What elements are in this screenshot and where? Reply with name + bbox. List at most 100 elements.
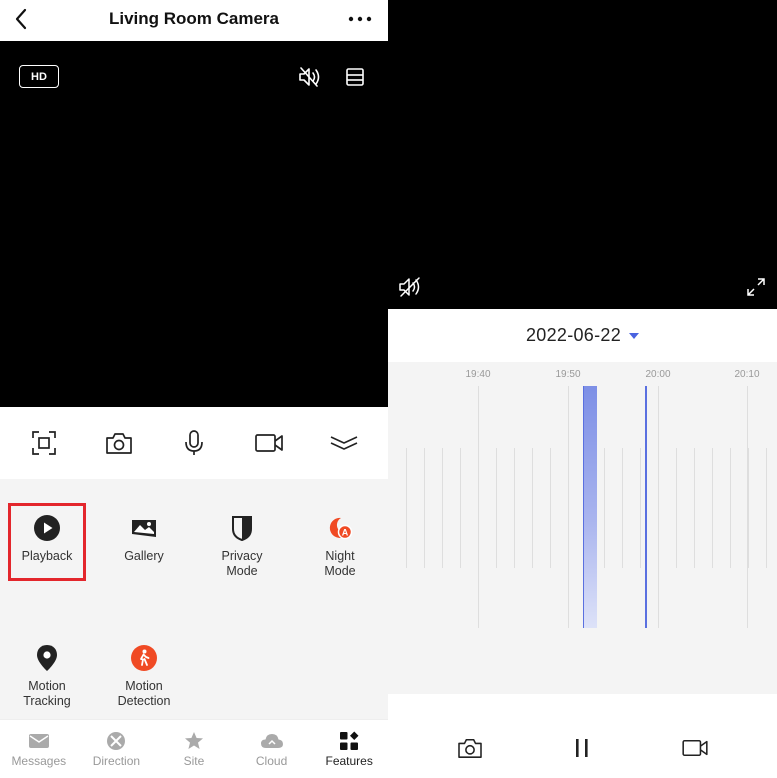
tab-label: Messages bbox=[11, 754, 67, 768]
screenshot-frame-button[interactable] bbox=[24, 423, 64, 463]
feature-privacy-mode[interactable]: Privacy Mode bbox=[199, 513, 285, 579]
timeline-minor-tick bbox=[460, 448, 461, 568]
feature-label: Gallery bbox=[124, 549, 164, 563]
tick-label: 20:00 bbox=[645, 369, 671, 380]
feature-motion-detection[interactable]: Motion Detection bbox=[101, 643, 187, 709]
tab-site[interactable]: Site bbox=[158, 730, 230, 768]
tab-label: Cloud bbox=[255, 754, 288, 768]
playhead[interactable] bbox=[645, 386, 647, 628]
record-button[interactable] bbox=[249, 423, 289, 463]
live-controls-bar bbox=[0, 407, 388, 479]
more-dots-icon bbox=[348, 16, 372, 22]
timeline-minor-tick bbox=[730, 448, 731, 568]
microphone-icon bbox=[185, 430, 203, 455]
focus-frame-icon bbox=[31, 431, 56, 455]
feature-label: Playback bbox=[21, 549, 73, 563]
tab-messages[interactable]: Messages bbox=[3, 730, 75, 768]
pause-button[interactable] bbox=[562, 728, 602, 768]
speaker-mute-icon bbox=[299, 67, 320, 87]
feature-label: Privacy Mode bbox=[221, 549, 263, 578]
playback-record-button[interactable] bbox=[675, 728, 715, 768]
timeline-minor-tick bbox=[748, 448, 749, 568]
date-picker[interactable]: 2022-06-22 bbox=[388, 309, 777, 362]
grid-icon bbox=[340, 731, 359, 750]
features-grid: Playback Gallery Privacy Mode A Night Mo… bbox=[0, 479, 388, 719]
layout-button[interactable] bbox=[342, 65, 368, 89]
timeline-minor-tick bbox=[640, 448, 641, 568]
talk-button[interactable] bbox=[174, 423, 214, 463]
timeline-minor-tick bbox=[676, 448, 677, 568]
playback-video-view[interactable] bbox=[388, 0, 777, 309]
pause-icon bbox=[576, 739, 589, 757]
video-camera-icon bbox=[255, 434, 284, 452]
tab-label: Direction bbox=[92, 754, 141, 768]
timeline-minor-tick bbox=[766, 448, 767, 568]
video-camera-icon bbox=[682, 739, 708, 757]
timeline-minor-tick bbox=[604, 448, 605, 568]
timeline-minor-tick bbox=[532, 448, 533, 568]
image-icon bbox=[132, 520, 156, 537]
feature-label: Night Mode bbox=[324, 549, 356, 578]
tick-label: 19:40 bbox=[465, 369, 491, 380]
date-text: 2022-06-22 bbox=[525, 325, 622, 345]
camera-icon bbox=[105, 433, 132, 454]
location-pin-icon bbox=[37, 645, 57, 671]
timeline-minor-tick bbox=[514, 448, 515, 568]
feature-playback[interactable]: Playback bbox=[4, 513, 90, 564]
timeline-minor-tick bbox=[694, 448, 695, 568]
recording-segment[interactable] bbox=[583, 386, 597, 628]
live-view-screen: Living Room Camera HD Playback Gallery P… bbox=[0, 0, 388, 778]
cloud-icon bbox=[260, 734, 283, 748]
shield-icon bbox=[232, 516, 252, 542]
playback-screen: 2022-06-22 19:40 19:50 20:00 20:10 bbox=[388, 0, 777, 778]
walking-person-icon bbox=[131, 645, 157, 671]
feature-label: Motion Detection bbox=[117, 679, 171, 708]
timeline-minor-tick bbox=[496, 448, 497, 568]
timeline-minor-tick bbox=[424, 448, 425, 568]
tab-label: Features bbox=[325, 754, 373, 768]
timeline-minor-tick bbox=[550, 448, 551, 568]
tab-direction[interactable]: Direction bbox=[80, 730, 152, 768]
caret-down-icon bbox=[629, 332, 640, 339]
playback-timeline[interactable]: 19:40 19:50 20:00 20:10 bbox=[388, 362, 777, 694]
collapse-button[interactable] bbox=[324, 423, 364, 463]
tab-features[interactable]: Features bbox=[313, 730, 385, 768]
tab-cloud[interactable]: Cloud bbox=[236, 730, 308, 768]
fullscreen-button[interactable] bbox=[743, 274, 769, 300]
page-title: Living Room Camera bbox=[108, 9, 280, 28]
timeline-minor-tick bbox=[622, 448, 623, 568]
hd-quality-button[interactable]: HD bbox=[19, 65, 59, 88]
expand-icon bbox=[747, 278, 765, 296]
direction-icon bbox=[107, 732, 126, 750]
top-bar: Living Room Camera bbox=[0, 0, 388, 41]
timeline-minor-tick bbox=[442, 448, 443, 568]
timeline-minor-tick bbox=[568, 448, 569, 568]
timeline-minor-tick bbox=[712, 448, 713, 568]
camera-icon bbox=[458, 738, 482, 758]
playback-mute-button[interactable] bbox=[397, 274, 425, 300]
feature-night-mode[interactable]: A Night Mode bbox=[297, 513, 383, 579]
timeline-minor-tick bbox=[406, 448, 407, 568]
tick-label: 20:10 bbox=[734, 369, 760, 380]
feature-label: Motion Tracking bbox=[23, 679, 71, 708]
playback-controls-bar bbox=[388, 718, 777, 778]
bottom-tab-bar: Messages Direction Site Cloud Features bbox=[0, 719, 388, 778]
double-chevron-down-icon bbox=[331, 436, 358, 450]
envelope-icon bbox=[28, 734, 49, 748]
tab-label: Site bbox=[183, 754, 205, 768]
playback-snapshot-button[interactable] bbox=[450, 728, 490, 768]
speaker-mute-icon bbox=[399, 277, 420, 297]
feature-motion-tracking[interactable]: Motion Tracking bbox=[4, 643, 90, 709]
star-icon bbox=[184, 732, 203, 749]
live-video-view[interactable]: HD bbox=[0, 41, 388, 407]
feature-gallery[interactable]: Gallery bbox=[101, 513, 187, 564]
layout-split-icon bbox=[346, 68, 364, 86]
play-circle-icon bbox=[34, 515, 60, 541]
snapshot-button[interactable] bbox=[99, 423, 139, 463]
timeline-minor-tick bbox=[478, 448, 479, 568]
tick-label: 19:50 bbox=[555, 369, 581, 380]
more-options-button[interactable] bbox=[346, 6, 374, 32]
timeline-minor-tick bbox=[658, 448, 659, 568]
mute-button[interactable] bbox=[297, 65, 323, 89]
night-mode-icon: A bbox=[329, 517, 353, 540]
